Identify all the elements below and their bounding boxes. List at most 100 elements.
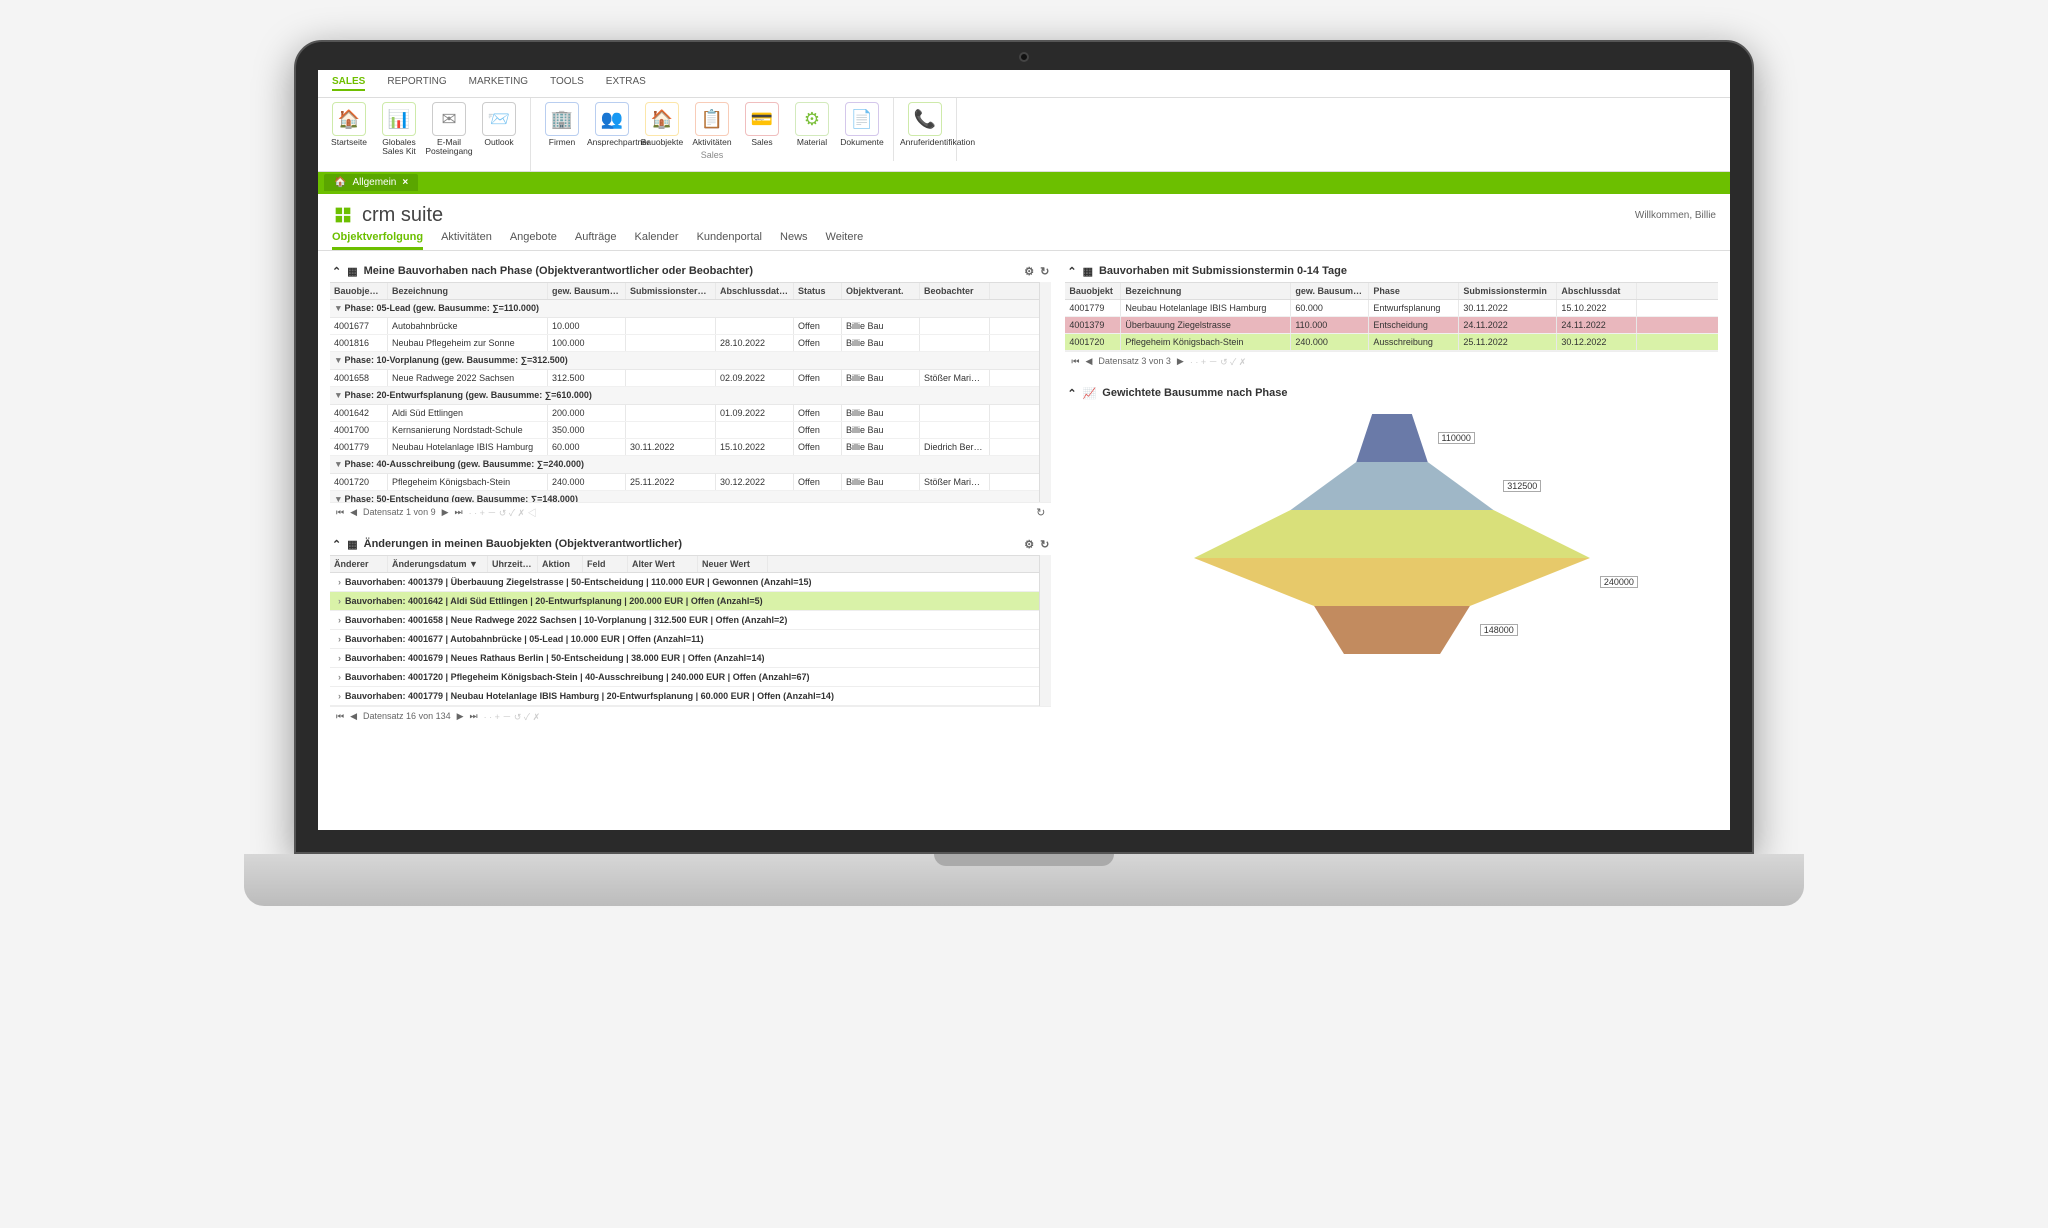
nav-last-icon[interactable]: ⏭ (455, 507, 463, 518)
ansprechpartner-icon: 👥 (595, 102, 629, 136)
startseite-icon: 🏠 (332, 102, 366, 136)
ribbon-bauobjekte[interactable]: 🏠Bauobjekte (637, 102, 687, 147)
nav-prev-icon[interactable]: ◀ (350, 507, 357, 518)
nav-last-icon[interactable]: ⏭ (470, 711, 478, 722)
change-group-row[interactable]: ›Bauvorhaben: 4001679 | Neues Rathaus Be… (330, 649, 1051, 668)
subtab-weitere[interactable]: Weitere (826, 231, 864, 250)
column-header[interactable]: Submissionstermin (626, 283, 716, 299)
column-header[interactable]: Abschlussdatum (716, 283, 794, 299)
column-header[interactable]: Alter Wert (628, 556, 698, 572)
subtab-kundenportal[interactable]: Kundenportal (697, 231, 762, 250)
panel-title: Gewichtete Bausumme nach Phase (1102, 387, 1287, 399)
group-row[interactable]: ▸Phase: 40-Ausschreibung (gew. Bausumme:… (330, 456, 1051, 474)
table-row[interactable]: 4001816Neubau Pflegeheim zur Sonne100.00… (330, 335, 1051, 352)
gear-icon[interactable]: ⚙ (1024, 265, 1034, 278)
group-row[interactable]: ▸Phase: 20-Entwurfsplanung (gew. Bausumm… (330, 387, 1051, 405)
app-brand: crm suite (332, 204, 443, 227)
column-header[interactable]: Bezeichnung (1121, 283, 1291, 299)
dokumente-icon: 📄 (845, 102, 879, 136)
aktivitäten-icon: 📋 (695, 102, 729, 136)
column-header[interactable]: Änderer (330, 556, 388, 572)
workspace-tab-allgemein[interactable]: 🏠 Allgemein × (324, 174, 418, 191)
menu-extras[interactable]: EXTRAS (606, 76, 646, 91)
table-row[interactable]: 4001720Pflegeheim Königsbach-Stein240.00… (1065, 334, 1718, 351)
column-header[interactable]: Änderungsdatum ▼ (388, 556, 488, 572)
nav-prev-icon[interactable]: ◀ (350, 711, 357, 722)
table-row[interactable]: 4001379Überbauung Ziegelstrasse110.000En… (1065, 317, 1718, 334)
group-row[interactable]: ▸Phase: 50-Entscheidung (gew. Bausumme: … (330, 491, 1051, 502)
table-row[interactable]: 4001779Neubau Hotelanlage IBIS Hamburg60… (330, 439, 1051, 456)
table-row[interactable]: 4001700Kernsanierung Nordstadt-Schule350… (330, 422, 1051, 439)
gear-icon[interactable]: ⚙ (1024, 538, 1034, 551)
subtab-aufträge[interactable]: Aufträge (575, 231, 617, 250)
scrollbar[interactable] (1039, 555, 1051, 706)
table-row[interactable]: 4001720Pflegeheim Königsbach-Stein240.00… (330, 474, 1051, 491)
ribbon-sales[interactable]: 💳Sales (737, 102, 787, 147)
nav-first-icon[interactable]: ⏮ (336, 711, 344, 722)
change-group-row[interactable]: ›Bauvorhaben: 4001720 | Pflegeheim König… (330, 668, 1051, 687)
column-header[interactable]: Bezeichnung (388, 283, 548, 299)
subtab-news[interactable]: News (780, 231, 808, 250)
ribbon-outlook[interactable]: 📨Outlook (474, 102, 524, 157)
ribbon-material[interactable]: ⚙Material (787, 102, 837, 147)
column-header[interactable]: Uhrzeit ▼ (488, 556, 538, 572)
column-header[interactable]: Status (794, 283, 842, 299)
refresh-icon[interactable]: ↻ (1040, 538, 1049, 551)
change-group-row[interactable]: ›Bauvorhaben: 4001677 | Autobahnbrücke |… (330, 630, 1051, 649)
change-group-row[interactable]: ›Bauvorhaben: 4001658 | Neue Radwege 202… (330, 611, 1051, 630)
column-header[interactable]: Phase (1369, 283, 1459, 299)
ribbon-startseite[interactable]: 🏠Startseite (324, 102, 374, 157)
nav-next-icon[interactable]: ▶ (442, 507, 449, 518)
subtab-angebote[interactable]: Angebote (510, 231, 557, 250)
table-row[interactable]: 4001779Neubau Hotelanlage IBIS Hamburg60… (1065, 300, 1718, 317)
menu-sales[interactable]: SALES (332, 76, 365, 91)
table-row[interactable]: 4001642Aldi Süd Ettlingen200.00001.09.20… (330, 405, 1051, 422)
column-header[interactable]: gew. Bausumme (1291, 283, 1369, 299)
collapse-icon[interactable]: ⌃ (332, 265, 341, 278)
column-header[interactable]: Feld (583, 556, 628, 572)
bauobjekte-icon: 🏠 (645, 102, 679, 136)
subtab-objektverfolgung[interactable]: Objektverfolgung (332, 231, 423, 250)
group-row[interactable]: ▸Phase: 10-Vorplanung (gew. Bausumme: ∑=… (330, 352, 1051, 370)
ribbon-firmen[interactable]: 🏢Firmen (537, 102, 587, 147)
column-header[interactable]: Submissionstermin (1459, 283, 1557, 299)
change-group-row[interactable]: ›Bauvorhaben: 4001379 | Überbauung Ziege… (330, 573, 1051, 592)
nav-next-icon[interactable]: ▶ (457, 711, 464, 722)
menu-marketing[interactable]: MARKETING (469, 76, 528, 91)
ribbon-globales-sales-kit[interactable]: 📊Globales Sales Kit (374, 102, 424, 157)
subtab-kalender[interactable]: Kalender (635, 231, 679, 250)
nav-prev-icon[interactable]: ◀ (1085, 356, 1092, 367)
collapse-icon[interactable]: ⌃ (332, 538, 341, 551)
nav-first-icon[interactable]: ⏮ (1071, 356, 1079, 367)
change-group-row[interactable]: ›Bauvorhaben: 4001642 | Aldi Süd Ettling… (330, 592, 1051, 611)
ribbon-ansprechpartner[interactable]: 👥Ansprechpartner (587, 102, 637, 147)
column-header[interactable]: gew. Bausumme (548, 283, 626, 299)
column-header[interactable]: Bauobjekt (1065, 283, 1121, 299)
scrollbar[interactable] (1039, 282, 1051, 502)
column-header[interactable]: Beobachter (920, 283, 990, 299)
ribbon-dokumente[interactable]: 📄Dokumente (837, 102, 887, 147)
column-header[interactable]: Objektverant. (842, 283, 920, 299)
collapse-icon[interactable]: ⌃ (1067, 265, 1076, 278)
nav-next-icon[interactable]: ▶ (1177, 356, 1184, 367)
column-header[interactable]: Bauobjekt ▲ (330, 283, 388, 299)
menu-tools[interactable]: TOOLS (550, 76, 584, 91)
collapse-icon[interactable]: ⌃ (1067, 387, 1076, 400)
record-counter: Datensatz 1 von 9 (363, 507, 436, 517)
group-row[interactable]: ▸Phase: 05-Lead (gew. Bausumme: ∑=110.00… (330, 300, 1051, 318)
ribbon-anruferidentifikation[interactable]: 📞Anruferidentifikation (900, 102, 950, 147)
subtab-aktivitäten[interactable]: Aktivitäten (441, 231, 492, 250)
ribbon-e-mail-posteingang[interactable]: ✉E-Mail Posteingang (424, 102, 474, 157)
column-header[interactable]: Abschlussdat (1557, 283, 1637, 299)
column-header[interactable]: Neuer Wert (698, 556, 768, 572)
ribbon-aktivitäten[interactable]: 📋Aktivitäten (687, 102, 737, 147)
refresh-icon[interactable]: ↻ (1036, 506, 1045, 519)
refresh-icon[interactable]: ↻ (1040, 265, 1049, 278)
close-icon[interactable]: × (402, 177, 408, 188)
menu-reporting[interactable]: REPORTING (387, 76, 446, 91)
change-group-row[interactable]: ›Bauvorhaben: 4001779 | Neubau Hotelanla… (330, 687, 1051, 706)
column-header[interactable]: Aktion (538, 556, 583, 572)
table-row[interactable]: 4001677Autobahnbrücke10.000OffenBillie B… (330, 318, 1051, 335)
nav-first-icon[interactable]: ⏮ (336, 507, 344, 518)
table-row[interactable]: 4001658Neue Radwege 2022 Sachsen312.5000… (330, 370, 1051, 387)
